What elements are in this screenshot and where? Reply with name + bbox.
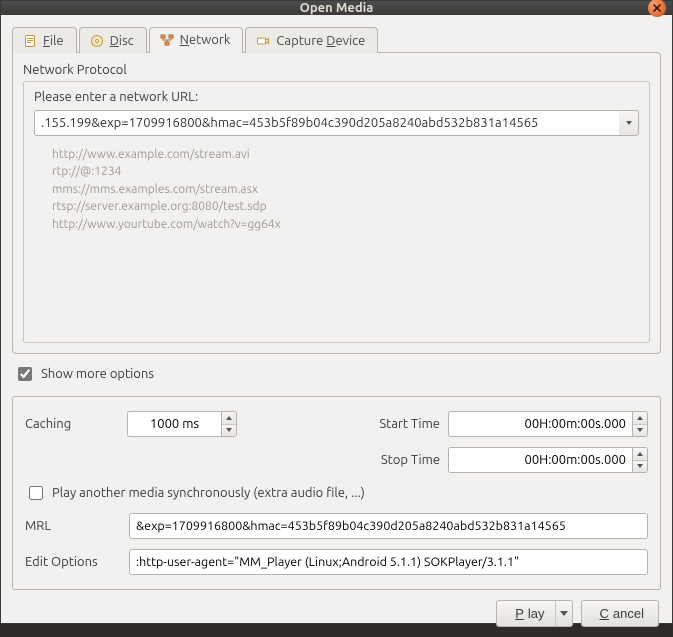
chevron-down-icon: [637, 464, 643, 468]
titlebar: Open Media: [1, 1, 672, 15]
stop-time-input[interactable]: [448, 447, 632, 473]
start-time-spin: [448, 411, 648, 437]
tab-capture-device[interactable]: Capture Device: [245, 27, 378, 53]
open-media-window: Open Media File Disc Net: [0, 0, 673, 624]
start-time-label: Start Time: [360, 417, 440, 431]
tab-network[interactable]: Network: [149, 27, 244, 53]
mrl-label: MRL: [25, 519, 119, 533]
dialog-content: File Disc Network Capture Device: [1, 15, 672, 637]
tab-file[interactable]: File: [12, 27, 77, 53]
network-url-input[interactable]: [34, 110, 619, 136]
stop-time-up[interactable]: [633, 448, 647, 461]
stop-time-spin: [448, 447, 648, 473]
close-icon: [653, 4, 661, 12]
caching-label: Caching: [25, 417, 119, 431]
chevron-up-icon: [637, 416, 643, 420]
cancel-button[interactable]: Cancel: [581, 600, 659, 627]
tab-disc[interactable]: Disc: [79, 27, 147, 53]
show-more-options-label[interactable]: Show more options: [41, 367, 154, 381]
caching-input[interactable]: [127, 411, 221, 437]
url-history-dropdown[interactable]: [619, 110, 639, 136]
start-time-input[interactable]: [448, 411, 632, 437]
chevron-up-icon: [226, 416, 232, 420]
chevron-down-icon: [626, 121, 632, 125]
chevron-down-icon: [226, 428, 232, 432]
close-button[interactable]: [648, 0, 666, 17]
caching-spin: [127, 411, 237, 437]
window-title: Open Media: [300, 1, 374, 15]
show-more-options-row: Show more options: [14, 364, 659, 384]
show-more-options-checkbox[interactable]: [18, 367, 32, 381]
mrl-input[interactable]: [129, 513, 648, 539]
disc-icon: [90, 34, 104, 48]
file-icon: [23, 34, 37, 48]
edit-options-label: Edit Options: [25, 555, 119, 569]
caching-up[interactable]: [222, 412, 236, 425]
stop-time-label: Stop Time: [360, 453, 440, 467]
dialog-footer: Play Cancel: [12, 590, 661, 629]
chevron-down-icon: [560, 611, 568, 616]
chevron-down-icon: [637, 428, 643, 432]
play-button[interactable]: Play: [496, 600, 558, 627]
tab-bar: File Disc Network Capture Device: [12, 26, 661, 52]
play-sync-label[interactable]: Play another media synchronously (extra …: [52, 486, 365, 500]
url-examples: http://www.example.com/stream.avi rtp://…: [52, 146, 639, 233]
play-sync-checkbox[interactable]: [29, 486, 43, 500]
network-panel: Network Protocol Please enter a network …: [12, 52, 661, 354]
network-icon: [160, 33, 174, 47]
play-dropdown-toggle[interactable]: [555, 600, 573, 627]
group-label: Network Protocol: [23, 63, 650, 77]
start-time-down[interactable]: [633, 425, 647, 437]
url-prompt: Please enter a network URL:: [34, 90, 639, 104]
chevron-up-icon: [637, 452, 643, 456]
play-button-group: Play: [496, 600, 572, 627]
stop-time-down[interactable]: [633, 461, 647, 473]
network-protocol-group: Please enter a network URL: http://www.e…: [23, 81, 650, 343]
edit-options-input[interactable]: [129, 549, 648, 575]
start-time-up[interactable]: [633, 412, 647, 425]
more-options-panel: Caching Start Time Stop Time: [12, 396, 661, 590]
caching-down[interactable]: [222, 425, 236, 437]
capture-device-icon: [256, 34, 270, 48]
